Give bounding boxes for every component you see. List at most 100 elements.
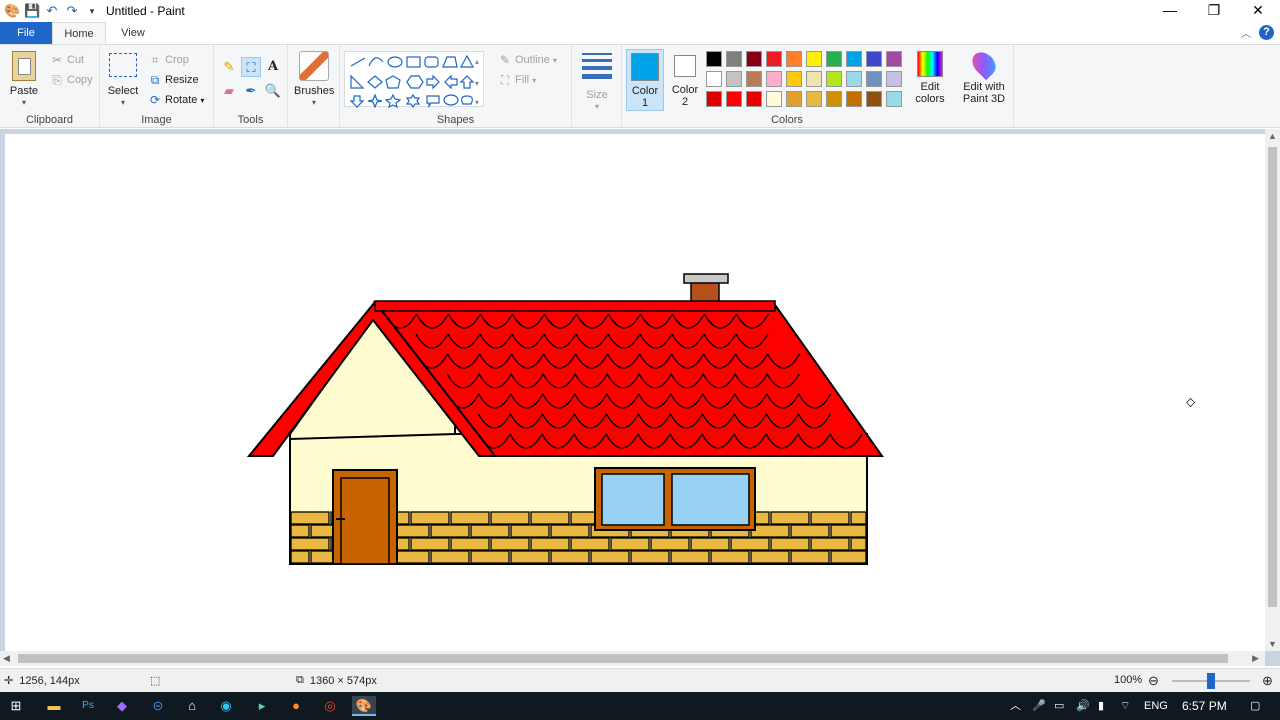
- zoom-out-icon[interactable]: ⊖: [1148, 673, 1159, 689]
- customize-icon[interactable]: ▾: [84, 3, 100, 19]
- text-tool-icon[interactable]: A: [263, 57, 283, 77]
- firefox-icon[interactable]: ●: [284, 696, 308, 716]
- terminal-icon[interactable]: ▸: [250, 696, 274, 716]
- brushes-button[interactable]: Brushes ▾: [294, 51, 334, 109]
- clock[interactable]: 6:57 PM: [1182, 692, 1227, 720]
- fill-bucket-icon[interactable]: ⛶: [241, 57, 261, 77]
- palette-swatch[interactable]: [806, 71, 822, 87]
- chrome-icon[interactable]: ◎: [318, 696, 342, 716]
- polygon-shape-icon[interactable]: [442, 56, 458, 68]
- help-icon[interactable]: ?: [1259, 25, 1274, 40]
- paste-button[interactable]: Paste ▾: [6, 51, 42, 109]
- scroll-down-icon[interactable]: ▼: [1268, 639, 1277, 649]
- tab-view[interactable]: View: [106, 22, 160, 44]
- paint3d-taskbar-icon[interactable]: ◆: [110, 696, 134, 716]
- left-arrow-shape-icon[interactable]: [444, 74, 458, 90]
- vertical-scrollbar[interactable]: ▲ ▼: [1265, 129, 1280, 651]
- palette-swatch[interactable]: [806, 91, 822, 107]
- photoshop-icon[interactable]: Ps: [76, 696, 100, 716]
- drawing-canvas[interactable]: ⬦: [5, 134, 1265, 651]
- store-icon[interactable]: ⌂: [180, 696, 204, 716]
- palette-swatch[interactable]: [766, 71, 782, 87]
- display-icon[interactable]: ▭: [1054, 692, 1064, 720]
- palette-swatch[interactable]: [886, 51, 902, 67]
- palette-swatch[interactable]: [786, 71, 802, 87]
- crop-button[interactable]: ⌗ Crop: [148, 53, 189, 67]
- rectangular-callout-shape-icon[interactable]: [426, 95, 440, 108]
- six-point-star-shape-icon[interactable]: [405, 93, 421, 109]
- microphone-icon[interactable]: 🎤: [1032, 692, 1046, 720]
- palette-swatch[interactable]: [726, 71, 742, 87]
- horizontal-scroll-thumb[interactable]: [18, 654, 1228, 663]
- resize-button[interactable]: ⧉ Resize: [148, 73, 199, 87]
- edit-colors-button[interactable]: Edit colors: [910, 51, 950, 105]
- line-shape-icon[interactable]: [350, 57, 366, 67]
- palette-swatch[interactable]: [706, 91, 722, 107]
- horizontal-scrollbar[interactable]: ◀ ▶: [0, 651, 1265, 666]
- palette-swatch[interactable]: [746, 91, 762, 107]
- palette-swatch[interactable]: [806, 51, 822, 67]
- close-button[interactable]: ✕: [1236, 0, 1280, 22]
- select-button[interactable]: Select ▾: [106, 51, 140, 109]
- five-point-star-shape-icon[interactable]: [384, 93, 402, 109]
- volume-icon[interactable]: 🔊: [1076, 692, 1090, 720]
- file-explorer-icon[interactable]: ▬: [42, 696, 66, 716]
- palette-swatch[interactable]: [766, 91, 782, 107]
- palette-swatch[interactable]: [846, 71, 862, 87]
- battery-icon[interactable]: ▮: [1098, 692, 1104, 720]
- curve-shape-icon[interactable]: [368, 57, 384, 67]
- palette-swatch[interactable]: [746, 71, 762, 87]
- undo-icon[interactable]: ↶: [44, 3, 60, 19]
- oval-callout-shape-icon[interactable]: [443, 94, 459, 106]
- zoom-in-icon[interactable]: ⊕: [1262, 673, 1273, 689]
- four-point-star-shape-icon[interactable]: [367, 93, 383, 109]
- scroll-left-icon[interactable]: ◀: [3, 653, 10, 664]
- palette-swatch[interactable]: [886, 91, 902, 107]
- vertical-scroll-thumb[interactable]: [1268, 147, 1277, 607]
- color1-button[interactable]: Color 1: [626, 49, 664, 111]
- color-picker-icon[interactable]: ✒: [241, 81, 261, 101]
- edit-with-paint3d-button[interactable]: Edit with Paint 3D: [958, 47, 1010, 105]
- palette-swatch[interactable]: [866, 51, 882, 67]
- palette-swatch[interactable]: [706, 71, 722, 87]
- language-indicator[interactable]: ENG: [1144, 692, 1168, 720]
- scroll-right-icon[interactable]: ▶: [1252, 653, 1259, 664]
- select-dropdown-icon[interactable]: ▾: [106, 97, 140, 109]
- pencil-icon[interactable]: ✎: [219, 57, 239, 77]
- palette-swatch[interactable]: [726, 51, 742, 67]
- size-button[interactable]: Size ▾: [580, 51, 614, 113]
- minimize-button[interactable]: —: [1148, 0, 1192, 22]
- palette-swatch[interactable]: [726, 91, 742, 107]
- edge-icon[interactable]: ◉: [214, 696, 238, 716]
- rounded-rectangle-shape-icon[interactable]: [424, 56, 439, 68]
- oval-shape-icon[interactable]: [387, 56, 403, 68]
- cloud-callout-shape-icon[interactable]: [461, 95, 473, 105]
- tab-home[interactable]: Home: [52, 22, 106, 44]
- paint-taskbar-icon[interactable]: 🎨: [352, 696, 376, 716]
- outline-button[interactable]: ✎ Outline ▾: [498, 53, 557, 67]
- cut-button[interactable]: ✂ Cut: [50, 53, 84, 67]
- palette-swatch[interactable]: [826, 71, 842, 87]
- palette-swatch[interactable]: [786, 51, 802, 67]
- paste-dropdown-icon[interactable]: ▾: [6, 97, 42, 109]
- palette-swatch[interactable]: [706, 51, 722, 67]
- restore-button[interactable]: ❐: [1192, 0, 1236, 22]
- redo-icon[interactable]: ↷: [64, 3, 80, 19]
- palette-swatch[interactable]: [826, 51, 842, 67]
- palette-swatch[interactable]: [826, 91, 842, 107]
- up-arrow-shape-icon[interactable]: [459, 75, 475, 89]
- hexagon-shape-icon[interactable]: [406, 75, 424, 89]
- save-icon[interactable]: 💾: [24, 3, 40, 19]
- palette-swatch[interactable]: [786, 91, 802, 107]
- down-arrow-shape-icon[interactable]: [349, 95, 365, 108]
- windows-start-icon[interactable]: ⊞: [4, 696, 28, 716]
- eraser-icon[interactable]: ▰: [219, 81, 239, 101]
- wifi-icon[interactable]: ⌔: [1120, 692, 1130, 720]
- fill-button[interactable]: ⛶ Fill ▾: [498, 73, 536, 87]
- palette-swatch[interactable]: [746, 51, 762, 67]
- palette-swatch[interactable]: [866, 71, 882, 87]
- notifications-icon[interactable]: ▢: [1250, 692, 1260, 720]
- collapse-ribbon-icon[interactable]: ︿: [1241, 25, 1251, 40]
- paint-logo-icon[interactable]: 🎨: [4, 3, 20, 19]
- color2-button[interactable]: Color 2: [666, 49, 704, 111]
